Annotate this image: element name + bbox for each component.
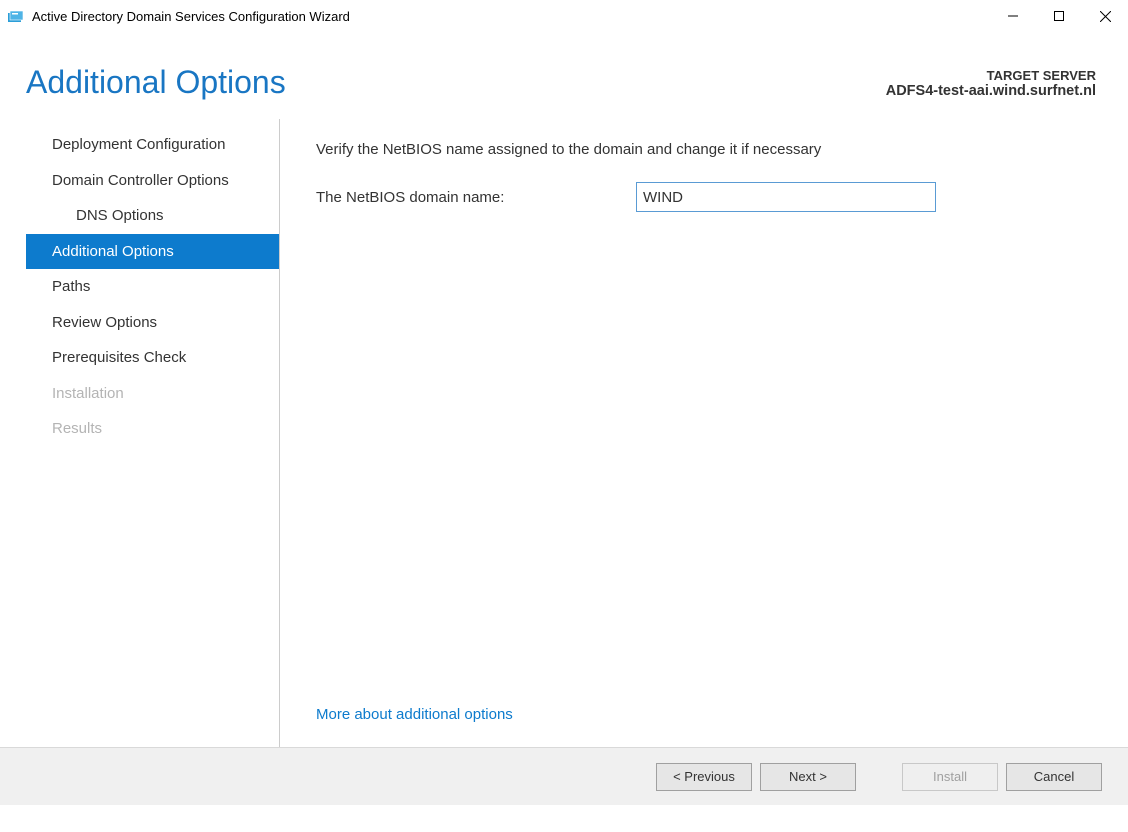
window-controls (990, 0, 1128, 32)
sidebar-item-review-options[interactable]: Review Options (26, 305, 279, 341)
cancel-button[interactable]: Cancel (1006, 763, 1102, 791)
sidebar-item-results: Results (26, 411, 279, 447)
install-button: Install (902, 763, 998, 791)
minimize-button[interactable] (990, 0, 1036, 32)
netbios-field-label: The NetBIOS domain name: (316, 189, 636, 206)
close-button[interactable] (1082, 0, 1128, 32)
wizard-footer: < Previous Next > Install Cancel (0, 747, 1128, 805)
sidebar-item-paths[interactable]: Paths (26, 269, 279, 305)
sidebar-item-dns-options[interactable]: DNS Options (26, 198, 279, 234)
more-about-link[interactable]: More about additional options (316, 706, 1096, 723)
page-title: Additional Options (26, 64, 286, 101)
wizard-header: Additional Options TARGET SERVER ADFS4-t… (0, 32, 1128, 119)
target-server-label: TARGET SERVER (886, 68, 1096, 83)
sidebar-item-additional-options[interactable]: Additional Options (26, 234, 279, 270)
app-icon (8, 8, 24, 24)
target-server-value: ADFS4-test-aai.wind.surfnet.nl (886, 83, 1096, 99)
wizard-content: Verify the NetBIOS name assigned to the … (280, 119, 1128, 747)
target-server-block: TARGET SERVER ADFS4-test-aai.wind.surfne… (886, 64, 1096, 99)
sidebar-item-installation: Installation (26, 376, 279, 412)
sidebar-item-deployment-configuration[interactable]: Deployment Configuration (26, 127, 279, 163)
netbios-field-row: The NetBIOS domain name: (316, 182, 1096, 212)
sidebar-item-domain-controller-options[interactable]: Domain Controller Options (26, 163, 279, 199)
next-button[interactable]: Next > (760, 763, 856, 791)
window-title: Active Directory Domain Services Configu… (32, 9, 350, 24)
wizard-steps-sidebar: Deployment Configuration Domain Controll… (26, 119, 280, 747)
wizard-body: Deployment Configuration Domain Controll… (0, 119, 1128, 747)
instruction-text: Verify the NetBIOS name assigned to the … (316, 141, 1096, 158)
netbios-domain-name-input[interactable] (636, 182, 936, 212)
maximize-button[interactable] (1036, 0, 1082, 32)
previous-button[interactable]: < Previous (656, 763, 752, 791)
titlebar: Active Directory Domain Services Configu… (0, 0, 1128, 32)
sidebar-item-prerequisites-check[interactable]: Prerequisites Check (26, 340, 279, 376)
